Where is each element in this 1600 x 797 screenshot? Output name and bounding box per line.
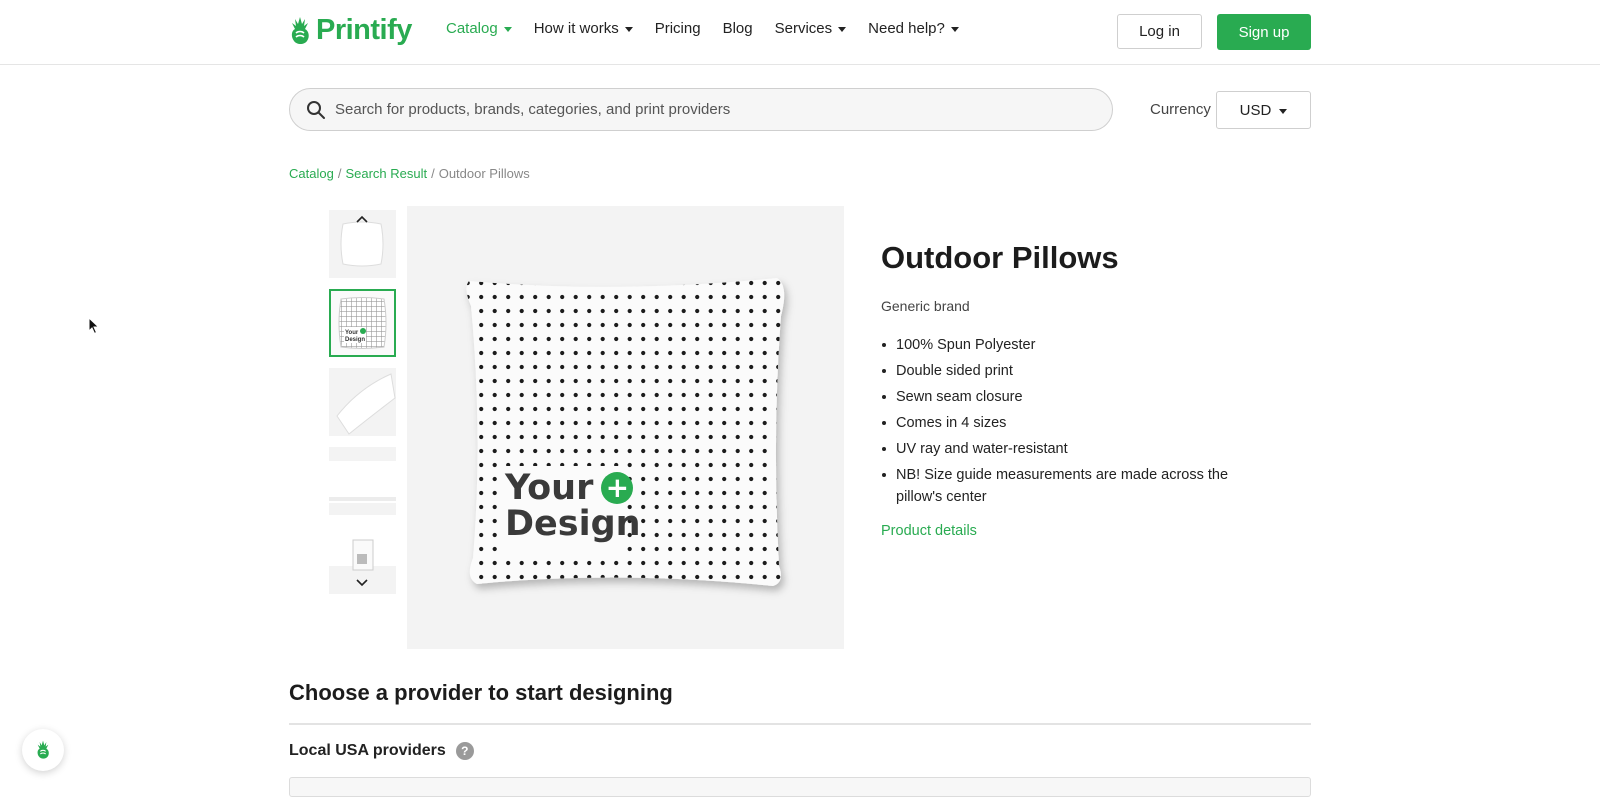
local-providers-heading: Local USA providers ? xyxy=(289,742,474,760)
product-main-image[interactable]: Your + Design xyxy=(407,206,844,649)
help-icon[interactable]: ? xyxy=(455,742,474,760)
feature-item: Sewn seam closure xyxy=(882,386,1266,408)
nav-pricing-label: Pricing xyxy=(654,20,701,37)
nav-services[interactable]: Services xyxy=(775,20,847,37)
local-providers-label: Local USA providers xyxy=(289,742,446,759)
nav-blog-label: Blog xyxy=(722,20,753,37)
printify-logo[interactable]: Printify xyxy=(288,14,412,47)
feature-item: Comes in 4 sizes xyxy=(882,412,1266,434)
pillow-image xyxy=(466,278,785,586)
pillow-side-thumbnail-image xyxy=(336,373,396,435)
pillow-design-thumbnail-image: Your Design xyxy=(338,297,387,349)
breadcrumb-current: Outdoor Pillows xyxy=(438,166,530,181)
feature-item: 100% Spun Polyester xyxy=(882,334,1266,356)
feature-item: UV ray and water-resistant xyxy=(882,438,1266,460)
printify-logo-icon xyxy=(37,740,49,759)
nav-need-help[interactable]: Need help? xyxy=(868,20,959,37)
nav-how-it-works-label: How it works xyxy=(533,20,619,37)
currency-value: USD xyxy=(1239,101,1272,119)
thumbnail-4[interactable] xyxy=(329,447,396,515)
search-icon xyxy=(307,101,325,119)
printify-logo-icon xyxy=(291,16,309,44)
mouse-cursor-icon xyxy=(88,317,100,335)
feature-item: Double sided print xyxy=(882,360,1266,382)
site-header: Printify Catalog How it works Pricing Bl… xyxy=(0,0,1600,65)
chevron-down-icon[interactable] xyxy=(355,576,369,590)
providers-heading: Choose a provider to start designing xyxy=(289,680,673,705)
search-input[interactable] xyxy=(333,100,1077,119)
overlay-design-text: Design xyxy=(505,504,641,544)
provider-list-box xyxy=(289,777,1311,797)
chevron-down-icon xyxy=(838,27,847,32)
nav-how-it-works[interactable]: How it works xyxy=(534,20,633,37)
product-title: Outdoor Pillows xyxy=(881,240,1119,275)
chat-widget-button[interactable] xyxy=(22,729,64,771)
search-bar xyxy=(289,88,1113,131)
chevron-up-icon[interactable] xyxy=(355,212,369,226)
breadcrumb-separator: / xyxy=(337,166,342,181)
signup-button[interactable]: Sign up xyxy=(1217,14,1311,50)
feature-list: 100% Spun Polyester Double sided print S… xyxy=(881,334,1266,512)
breadcrumb-catalog[interactable]: Catalog xyxy=(289,166,334,181)
chevron-down-icon xyxy=(624,27,633,32)
nav-catalog[interactable]: Catalog xyxy=(446,20,512,37)
nav-pricing[interactable]: Pricing xyxy=(655,20,701,37)
chevron-down-icon xyxy=(503,27,512,32)
nav-blog[interactable]: Blog xyxy=(723,20,753,37)
section-divider xyxy=(289,723,1311,725)
your-design-overlay: Your + Design xyxy=(505,470,641,542)
chevron-down-icon xyxy=(1279,108,1288,114)
logo-wordmark: Printify xyxy=(316,14,412,46)
main-nav: Catalog How it works Pricing Blog Servic… xyxy=(446,20,959,37)
chevron-down-icon xyxy=(950,27,959,32)
breadcrumb-search-result[interactable]: Search Result xyxy=(345,166,427,181)
thumbnail-5[interactable] xyxy=(329,526,396,594)
product-details-link[interactable]: Product details xyxy=(881,523,977,539)
login-button[interactable]: Log in xyxy=(1117,14,1202,49)
svg-text:Your: Your xyxy=(345,330,359,336)
currency-label: Currency xyxy=(1150,101,1211,118)
nav-need-help-label: Need help? xyxy=(868,20,945,37)
breadcrumb-separator: / xyxy=(431,166,435,181)
currency-select[interactable]: USD xyxy=(1216,91,1311,129)
nav-catalog-label: Catalog xyxy=(446,20,498,37)
thumbnail-3[interactable] xyxy=(329,368,396,436)
product-brand: Generic brand xyxy=(881,298,970,314)
thumbnail-2[interactable]: Your Design xyxy=(329,289,396,357)
breadcrumb: Catalog / Search Result / Outdoor Pillows xyxy=(289,166,530,181)
overlay-your-text: Your xyxy=(505,468,594,508)
svg-text:Design: Design xyxy=(345,337,365,343)
nav-services-label: Services xyxy=(774,20,833,37)
feature-item: NB! Size guide measurements are made acr… xyxy=(882,464,1266,508)
pillow-top-thumbnail-image xyxy=(329,461,396,503)
plus-circle-icon: + xyxy=(601,472,634,504)
thumbnail-1[interactable] xyxy=(329,210,396,278)
